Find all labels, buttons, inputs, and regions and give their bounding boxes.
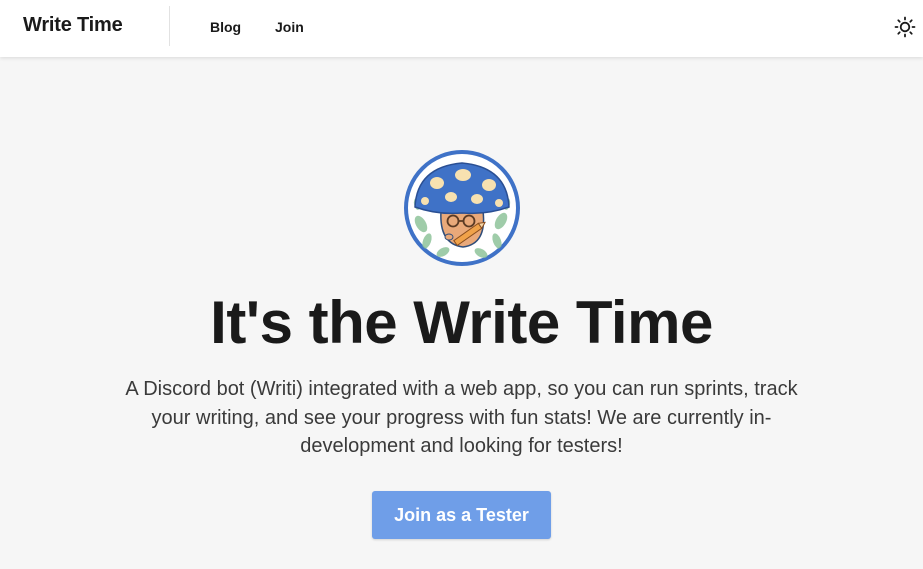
top-navbar: Write Time Blog Join — [0, 0, 923, 57]
nav-link-join[interactable]: Join — [275, 19, 304, 35]
hero-title: It's the Write Time — [210, 289, 713, 356]
mushroom-mascot-logo — [403, 149, 521, 267]
nav-link-blog[interactable]: Blog — [210, 19, 241, 35]
join-tester-button[interactable]: Join as a Tester — [372, 491, 551, 539]
theme-toggle-button[interactable] — [894, 16, 916, 38]
hero-description: A Discord bot (Writi) integrated with a … — [125, 378, 798, 457]
brand-link[interactable]: Write Time — [23, 14, 123, 37]
sun-icon — [894, 16, 916, 38]
nav-divider — [169, 6, 170, 46]
